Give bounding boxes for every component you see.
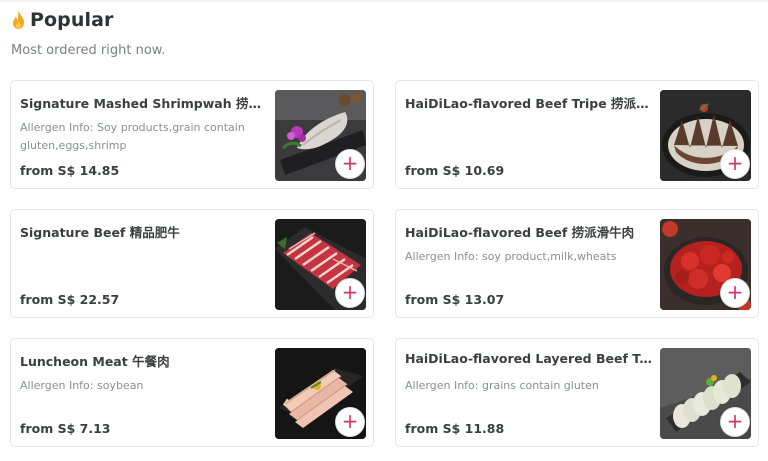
item-name: HaiDiLao-flavored Layered Beef Tripe... (405, 351, 653, 366)
item-name: HaiDiLao-flavored Beef Tripe 捞派鲜毛... (405, 96, 653, 111)
flame-icon (13, 11, 24, 29)
item-name: Signature Beef 精品肥牛 (20, 225, 180, 240)
plus-icon: + (726, 151, 744, 175)
add-to-cart-button[interactable]: + (336, 279, 364, 307)
item-allergen-info: Allergen Info: soy product,milk,wheats (405, 250, 617, 263)
plus-icon: + (341, 151, 359, 175)
plus-icon: + (726, 409, 744, 433)
add-to-cart-button[interactable]: + (336, 408, 364, 436)
section-title: Popular (30, 9, 114, 31)
top-divider (0, 0, 768, 3)
item-allergen-info: Allergen Info: soybean (20, 379, 144, 392)
item-name: HaiDiLao-flavored Beef 捞派滑牛肉 (405, 225, 635, 240)
plus-icon: + (726, 280, 744, 304)
menu-item-card[interactable]: HaiDiLao-flavored Beef 捞派滑牛肉 Allergen In… (395, 209, 759, 318)
menu-item-card[interactable]: Luncheon Meat 午餐肉 Allergen Info: soybean… (10, 338, 374, 447)
section-subtitle: Most ordered right now. (11, 43, 166, 58)
item-name: Signature Mashed Shrimpwah 捞派虾滑 (20, 96, 268, 111)
add-to-cart-button[interactable]: + (721, 279, 749, 307)
menu-item-card[interactable]: HaiDiLao-flavored Layered Beef Tripe... … (395, 338, 759, 447)
item-price: from S$ 11.88 (405, 421, 505, 436)
item-price: from S$ 13.07 (405, 292, 505, 307)
item-name: Luncheon Meat 午餐肉 (20, 354, 170, 369)
add-to-cart-button[interactable]: + (336, 150, 364, 178)
item-price: from S$ 22.57 (20, 292, 120, 307)
item-allergen-info: Allergen Info: Soy products,grain contai… (20, 121, 245, 152)
item-price: from S$ 10.69 (405, 163, 505, 178)
add-to-cart-button[interactable]: + (721, 150, 749, 178)
menu-item-card[interactable]: HaiDiLao-flavored Beef Tripe 捞派鲜毛... fro… (395, 80, 759, 189)
menu-item-card[interactable]: Signature Mashed Shrimpwah 捞派虾滑 Allergen… (10, 80, 374, 189)
add-to-cart-button[interactable]: + (721, 408, 749, 436)
section-header: Popular (11, 9, 114, 31)
item-price: from S$ 7.13 (20, 421, 111, 436)
plus-icon: + (341, 409, 359, 433)
menu-item-card[interactable]: Signature Beef 精品肥牛 from S$ 22.57 + (10, 209, 374, 318)
item-allergen-info: Allergen Info: grains contain gluten (405, 379, 599, 392)
plus-icon: + (341, 280, 359, 304)
item-price: from S$ 14.85 (20, 163, 120, 178)
